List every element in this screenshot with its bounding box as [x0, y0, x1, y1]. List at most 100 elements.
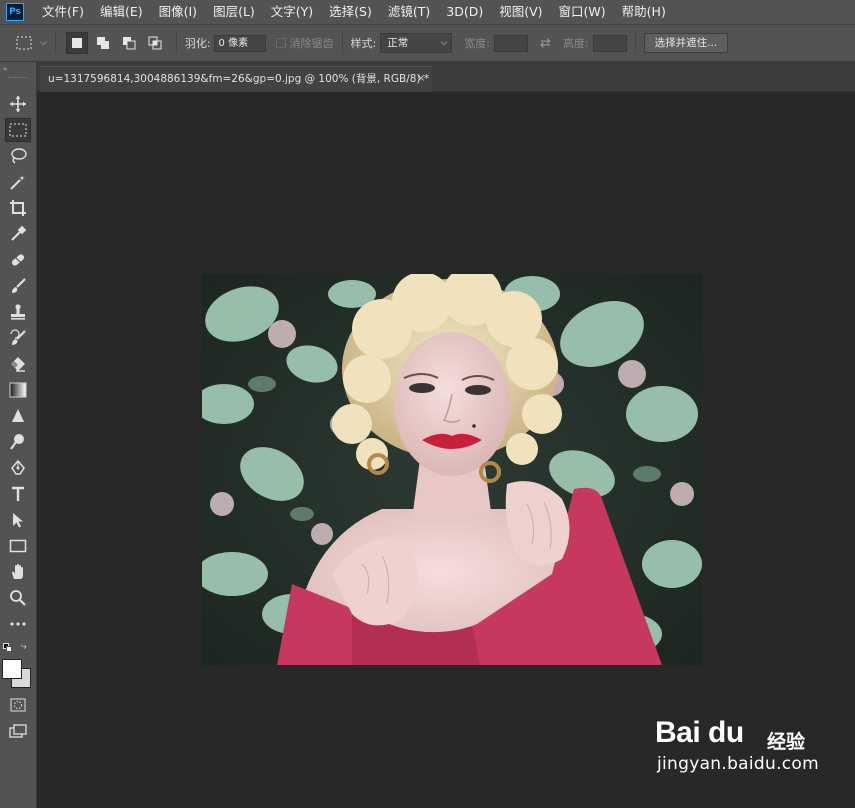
- healing-brush-tool-icon: [11, 253, 25, 267]
- quick-mask-icon: [10, 698, 26, 712]
- antialias-label: 消除锯齿: [289, 37, 334, 50]
- close-icon[interactable]: ×: [417, 67, 425, 91]
- hand-tool[interactable]: [5, 560, 31, 584]
- watermark-url: jingyan.baidu.com: [657, 754, 819, 774]
- menu-image[interactable]: 图像(I): [151, 0, 205, 24]
- swap-dimensions-icon[interactable]: ⇄: [540, 36, 551, 51]
- canvas-workspace[interactable]: [37, 92, 855, 808]
- menu-bar: Ps 文件(F) 编辑(E) 图像(I) 图层(L) 文字(Y) 选择(S) 滤…: [0, 0, 855, 24]
- add-selection-icon: [96, 37, 109, 49]
- zoom-tool-icon: [10, 590, 26, 606]
- hand-tool-icon: [12, 564, 23, 579]
- intersect-selection-icon: [148, 36, 162, 50]
- lasso-tool[interactable]: [5, 144, 31, 168]
- add-to-selection-button[interactable]: [92, 32, 114, 54]
- healing-brush-tool[interactable]: [5, 248, 31, 272]
- jingyan-logo-text: 经验: [767, 731, 806, 753]
- gradient-tool-icon: [9, 382, 27, 398]
- document-tab[interactable]: u=1317596814,3004886139&fm=26&gp=0.jpg @…: [40, 66, 432, 92]
- magic-wand-tool-icon: [10, 175, 25, 190]
- rectangular-marquee-tool[interactable]: [5, 118, 31, 142]
- menu-filter[interactable]: 滤镜(T): [380, 0, 438, 24]
- rectangle-tool-icon: [9, 539, 27, 553]
- menu-file[interactable]: 文件(F): [34, 0, 92, 24]
- document-image[interactable]: [202, 274, 702, 665]
- marquee-preset-icon: [16, 36, 32, 50]
- new-selection-icon: [71, 38, 82, 48]
- tools-panel: » ⤷: [0, 62, 37, 808]
- feather-label: 羽化:: [184, 37, 211, 50]
- divider: [175, 32, 177, 54]
- subtract-from-selection-button[interactable]: [118, 32, 140, 54]
- screen-mode-button[interactable]: [5, 719, 31, 743]
- foreground-color-swatch[interactable]: [2, 659, 22, 679]
- history-brush-tool-icon: [10, 329, 26, 345]
- new-selection-button[interactable]: [65, 32, 88, 54]
- brush-tool-icon: [12, 278, 26, 293]
- divider: [341, 32, 343, 54]
- intersect-selection-button[interactable]: [144, 32, 166, 54]
- crop-tool[interactable]: [5, 196, 31, 220]
- gradient-tool[interactable]: [5, 378, 31, 402]
- menu-window[interactable]: 窗口(W): [551, 0, 614, 24]
- width-input[interactable]: [493, 34, 528, 52]
- height-label: 高度:: [562, 37, 589, 50]
- move-tool[interactable]: [5, 92, 31, 116]
- clone-stamp-tool[interactable]: [5, 300, 31, 324]
- dodge-tool-icon: [10, 434, 24, 450]
- chevron-down-icon[interactable]: ⌵: [40, 38, 47, 48]
- style-select-value: 正常: [387, 37, 409, 49]
- baidu-logo-text: Bai du: [655, 716, 744, 749]
- menu-3d[interactable]: 3D(D): [438, 0, 491, 24]
- menu-help[interactable]: 帮助(H): [614, 0, 674, 24]
- pen-tool[interactable]: [5, 456, 31, 480]
- type-tool[interactable]: [5, 482, 31, 506]
- magic-wand-tool[interactable]: [5, 170, 31, 194]
- antialias-checkbox[interactable]: [275, 38, 286, 48]
- lasso-tool-icon: [11, 148, 27, 164]
- select-and-mask-button[interactable]: 选择并遮住...: [643, 33, 729, 53]
- menu-edit[interactable]: 编辑(E): [92, 0, 151, 24]
- tool-preset-picker[interactable]: [14, 32, 36, 54]
- style-select[interactable]: 正常 ⌵: [380, 33, 453, 53]
- path-selection-tool[interactable]: [5, 508, 31, 532]
- swap-colors-icon[interactable]: ⤷: [21, 641, 27, 652]
- chevron-down-icon: ⌵: [440, 38, 448, 48]
- feather-input[interactable]: 0 像素: [213, 34, 266, 52]
- eraser-tool-icon: [11, 357, 25, 372]
- move-tool-icon: [10, 96, 26, 112]
- menu-select[interactable]: 选择(S): [321, 0, 380, 24]
- brush-tool[interactable]: [5, 274, 31, 298]
- document-tab-title: u=1317596814,3004886139&fm=26&gp=0.jpg @…: [48, 73, 430, 85]
- antialias-checkbox-group[interactable]: 消除锯齿: [275, 35, 334, 51]
- screen-mode-icon: [9, 724, 27, 738]
- menu-layer[interactable]: 图层(L): [205, 0, 263, 24]
- menu-type[interactable]: 文字(Y): [263, 0, 321, 24]
- subtract-selection-icon: [122, 37, 136, 50]
- panel-grip[interactable]: [8, 77, 28, 79]
- quick-mask-button[interactable]: [5, 693, 31, 717]
- eyedropper-tool[interactable]: [5, 222, 31, 246]
- options-bar: ⌵ 羽化: 0 像素 消除锯齿 样式: 正常 ⌵ 宽度: ⇄ 高度: 选择并遮住…: [0, 24, 855, 62]
- rectangular-marquee-tool-icon: [9, 123, 27, 137]
- zoom-tool[interactable]: [5, 586, 31, 610]
- style-label: 样式:: [350, 37, 377, 50]
- eraser-tool[interactable]: [5, 352, 31, 376]
- document-tab-bar: u=1317596814,3004886139&fm=26&gp=0.jpg @…: [37, 62, 855, 92]
- collapse-panel-icon[interactable]: »: [3, 65, 7, 73]
- edit-toolbar-button[interactable]: [5, 612, 31, 636]
- eyedropper-tool-icon: [11, 225, 27, 241]
- blur-tool[interactable]: [5, 404, 31, 428]
- height-input[interactable]: [592, 34, 627, 52]
- clone-stamp-tool-icon: [11, 304, 25, 320]
- default-colors-icon[interactable]: [3, 643, 12, 652]
- rectangle-tool[interactable]: [5, 534, 31, 558]
- blur-tool-icon: [12, 409, 24, 422]
- edit-toolbar-icon: [10, 622, 26, 626]
- width-label: 宽度:: [464, 37, 490, 50]
- history-brush-tool[interactable]: [5, 326, 31, 350]
- pen-tool-icon: [11, 459, 25, 475]
- menu-view[interactable]: 视图(V): [491, 0, 550, 24]
- dodge-tool[interactable]: [5, 430, 31, 454]
- divider: [54, 32, 56, 54]
